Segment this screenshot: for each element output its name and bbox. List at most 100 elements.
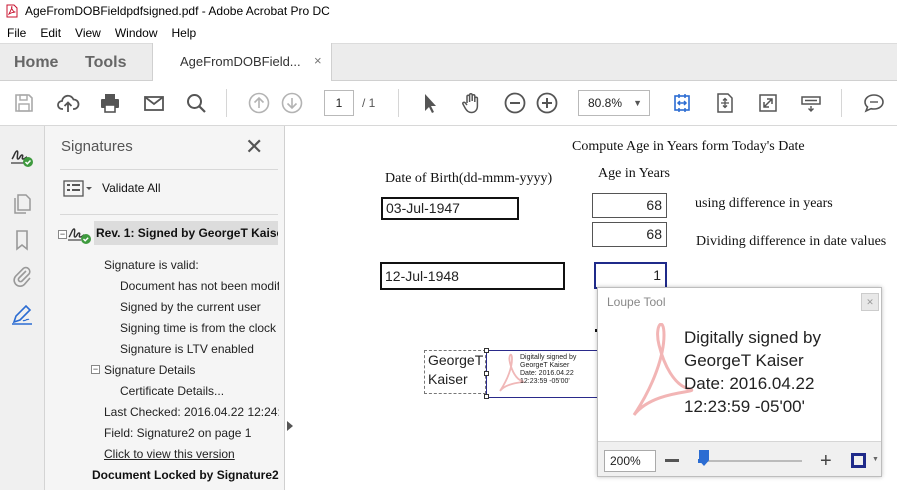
signature-appearance-text: Digitally signed by GeorgeT Kaiser Date:… [520,354,576,386]
menu-view[interactable]: View [68,26,108,40]
chevron-down-icon[interactable]: ▼ [872,456,879,463]
loupe-rectangle-color-icon[interactable] [851,453,866,468]
keyboard-tools-icon[interactable] [799,91,823,115]
signer-name-label: GeorgeT Kaiser [424,350,486,394]
signed-by-current-user-item[interactable]: Signed by the current user [120,300,279,314]
loupe-text-line: Digitally signed by [684,328,822,347]
title-bar: AgeFromDOBFieldpdfsigned.pdf - Adobe Acr… [0,0,897,22]
last-checked-item[interactable]: Last Checked: 2016.04.22 12:24:01 [104,405,279,419]
signature-panel-icon[interactable] [10,144,34,168]
signer-first-name: GeorgeT [428,352,484,368]
panel-divider [60,214,278,215]
options-menu-icon[interactable] [63,180,93,198]
previous-page-icon[interactable] [247,91,271,115]
hand-tool-icon[interactable] [459,91,483,115]
signature-field[interactable]: Digitally signed by GeorgeT Kaiser Date:… [484,348,598,399]
resize-handle[interactable] [484,348,489,353]
loupe-zoom-slider[interactable] [698,460,802,462]
cloud-upload-icon[interactable] [56,91,80,115]
panel-title: Signatures [61,138,133,155]
sig-text-line: Date: 2016.04.22 [520,370,574,377]
page-number-input[interactable]: 1 [324,90,354,116]
save-icon[interactable] [12,91,36,115]
view-version-link[interactable]: Click to view this version [104,447,279,461]
sig-text-line: GeorgeT Kaiser [520,362,570,369]
print-icon[interactable] [98,91,122,115]
age-field-2[interactable]: 68 [592,222,667,247]
collapse-revision-icon[interactable]: − [58,230,67,239]
form-heading: Compute Age in Years form Today's Date [572,139,805,154]
bookmark-icon[interactable] [10,228,34,252]
fill-sign-icon[interactable] [10,302,34,326]
close-panel-icon[interactable]: ✕ [245,134,263,160]
note-difference-in-years: using difference in years [695,196,833,211]
tab-tools[interactable]: Tools [85,44,126,81]
revision-label: Rev. 1: Signed by GeorgeT Kaiser [96,226,278,240]
note-dividing-difference: Dividing difference in date values [696,234,887,249]
document-tab-label: AgeFromDOBField... [180,54,301,69]
age-column-label: Age in Years [598,166,670,181]
loupe-text-line: 12:23:59 -05'00' [684,397,805,416]
loupe-text-line: Date: 2016.04.22 [684,374,815,393]
tab-home[interactable]: Home [14,44,58,81]
menu-bar: File Edit View Window Help [0,22,897,43]
tab-document[interactable]: AgeFromDOBField... × [152,43,332,82]
valid-signature-icon [67,223,93,245]
search-icon[interactable] [184,91,208,115]
menu-edit[interactable]: Edit [33,26,68,40]
page-total: / 1 [362,96,376,110]
menu-window[interactable]: Window [108,26,165,40]
collapse-details-icon[interactable]: − [91,365,100,374]
zoom-level-value: 80.8% [588,96,623,110]
signature-revision-row[interactable]: Rev. 1: Signed by GeorgeT Kaiser [94,221,278,245]
loupe-zoom-slider-thumb[interactable] [699,450,709,466]
left-rail [0,126,45,490]
signatures-panel: Signatures ✕ Validate All − Rev. 1: Sign… [45,126,285,490]
toolbar-separator [398,89,399,117]
dob-field-1[interactable]: 03-Jul-1947 [381,197,519,220]
ltv-enabled-item[interactable]: Signature is LTV enabled [120,342,279,356]
rotate-view-icon[interactable] [713,91,737,115]
full-screen-icon[interactable] [756,91,780,115]
zoom-level-select[interactable]: 80.8% ▼ [578,90,650,116]
validate-all-button[interactable]: Validate All [102,181,160,195]
sig-text-line: Digitally signed by [520,354,577,361]
menu-help[interactable]: Help [165,26,204,40]
zoom-out-icon[interactable] [503,91,527,115]
loupe-zoom-input[interactable]: 200% [604,450,656,472]
certificate-details-item[interactable]: Certificate Details... [120,384,279,398]
signer-last-name: Kaiser [428,371,468,387]
resize-handle[interactable] [484,394,489,399]
field-item[interactable]: Field: Signature2 on page 1 [104,426,279,440]
zoom-in-icon[interactable] [535,91,559,115]
loupe-tool-window[interactable]: Loupe Tool ✕ Digitally signed by GeorgeT… [597,287,882,477]
comment-icon[interactable] [862,91,886,115]
resize-handle[interactable] [484,371,489,376]
loupe-controls: 200% + ▼ [598,441,881,476]
signature-details-item[interactable]: Signature Details [104,363,279,377]
dob-field-2[interactable]: 12-Jul-1948 [380,262,565,290]
collapse-panel-arrow-icon[interactable] [287,421,293,431]
close-loupe-icon[interactable]: ✕ [861,293,879,311]
email-icon[interactable] [142,91,166,115]
menu-file[interactable]: File [0,26,33,40]
not-modified-item[interactable]: Document has not been modified [120,279,279,293]
loupe-signature-text: Digitally signed by GeorgeT Kaiser Date:… [684,326,821,418]
loupe-magnified-view: Digitally signed by GeorgeT Kaiser Date:… [598,315,881,441]
select-cursor-icon[interactable] [418,91,442,115]
age-field-1[interactable]: 68 [592,193,667,218]
pages-thumbnail-icon[interactable] [10,192,34,216]
close-tab-icon[interactable]: × [314,53,322,68]
loupe-title: Loupe Tool [607,295,666,309]
signing-time-item[interactable]: Signing time is from the clock [120,321,279,335]
sig-text-line: 12:23:59 -05'00' [520,378,570,385]
attachment-icon[interactable] [10,264,34,288]
fit-page-icon[interactable] [670,91,694,115]
window-title: AgeFromDOBFieldpdfsigned.pdf - Adobe Acr… [25,4,330,18]
document-locked-item[interactable]: Document Locked by Signature2 [92,468,279,482]
loupe-zoom-out-icon[interactable] [665,459,679,462]
loupe-zoom-in-icon[interactable]: + [820,451,832,471]
next-page-icon[interactable] [280,91,304,115]
age-field-3[interactable]: 1 [594,262,667,289]
signature-valid-item[interactable]: Signature is valid: [104,258,279,272]
